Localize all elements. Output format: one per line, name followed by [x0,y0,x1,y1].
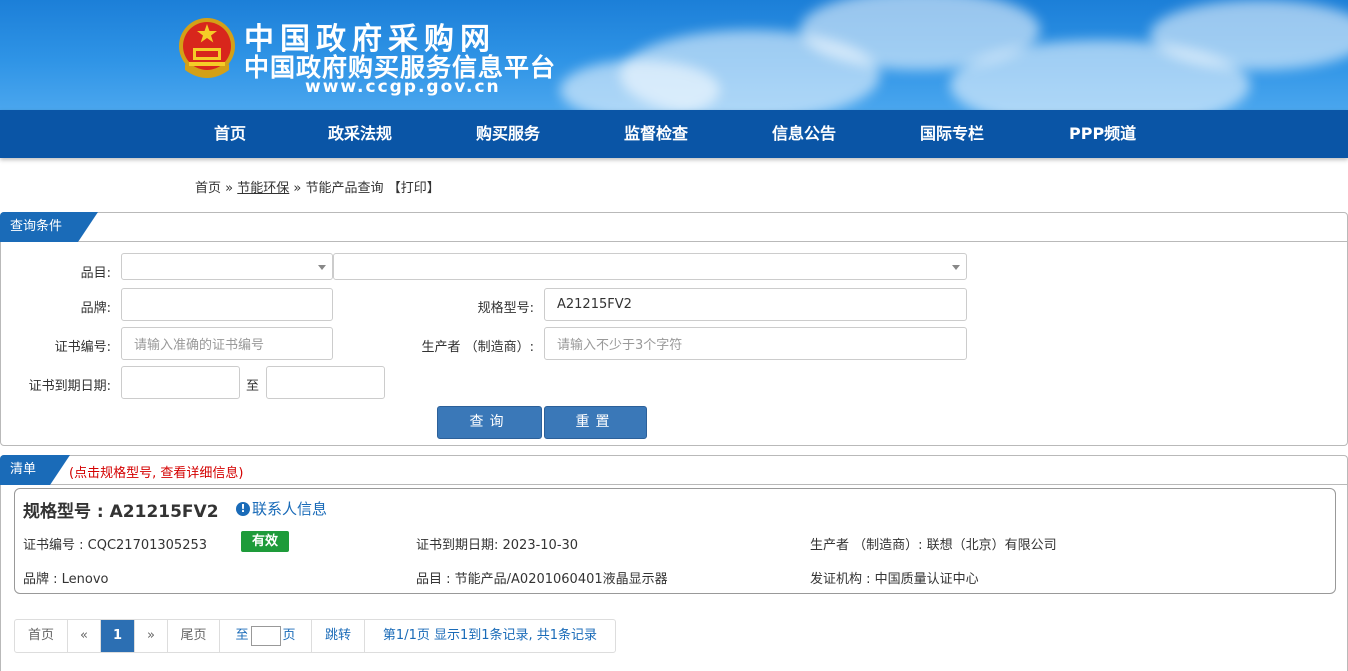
pager-jump-button[interactable]: 跳转 [312,620,365,652]
pager-goto-input[interactable] [250,625,281,646]
nav-item-international[interactable]: 国际专栏 [920,110,984,158]
pager-goto-prefix: 至 [235,628,249,643]
main-nav: 首页 政采法规 购买服务 监督检查 信息公告 国际专栏 PPP频道 [0,110,1348,158]
brand-input[interactable] [121,288,333,321]
brand-label: 品牌: [80,301,111,316]
pager-next[interactable]: » [135,620,168,652]
print-link[interactable]: 【打印】 [388,181,440,196]
result-expire-date: 证书到期日期: 2023-10-30 [416,538,579,553]
model-input[interactable]: A21215FV2 [544,288,967,321]
category-label: 品目: [80,266,111,281]
breadcrumb-separator: » [293,181,302,196]
cert-number-input[interactable]: 请输入准确的证书编号 [121,327,333,360]
breadcrumb-current-page: 节能产品查询 [305,181,384,196]
contact-info-link[interactable]: ! 联系人信息 [236,498,327,519]
site-url: www.ccgp.gov.cn [305,77,501,97]
result-category: 品目 : 节能产品/A0201060401液晶显示器 [416,572,668,587]
pager-current-page[interactable]: 1 [101,620,135,652]
manufacturer-input[interactable]: 请输入不少于3个字符 [544,327,967,360]
info-icon: ! [236,501,250,516]
pager-summary: 第1/1页 显示1到1条记录, 共1条记录 [382,628,598,643]
breadcrumb-home[interactable]: 首页 [195,181,221,196]
nav-item-ppp[interactable]: PPP频道 [1069,110,1136,158]
expire-date-label: 证书到期日期: [28,379,111,394]
contact-info-label: 联系人信息 [252,500,328,518]
pager-goto-suffix: 页 [282,628,296,643]
breadcrumb: 首页 » 节能环保 » 节能产品查询 【打印】 [195,177,440,196]
nav-item-announcements[interactable]: 信息公告 [772,110,836,158]
expire-date-from-input[interactable] [121,366,240,399]
search-button[interactable]: 查询 [437,406,542,439]
expire-date-to-input[interactable] [266,366,385,399]
result-manufacturer: 生产者 （制造商）: 联想（北京）有限公司 [810,538,1057,553]
results-panel-header: 清单 (点击规格型号, 查看详细信息) [1,456,1347,485]
reset-button[interactable]: 重置 [544,406,647,439]
nav-item-purchase-services[interactable]: 购买服务 [476,110,540,158]
chevron-down-icon [318,264,326,270]
result-card: 规格型号 : A21215FV2 ! 联系人信息 证书编号 : CQC21701… [14,488,1336,594]
site-header-banner: 中国政府采购网 中国政府购买服务信息平台 www.ccgp.gov.cn [0,0,1348,110]
manufacturer-label: 生产者 （制造商）: [421,340,534,355]
chevron-down-icon [952,264,960,270]
query-panel: 查询条件 品目: 品牌: 规格型号: A21215FV2 证书编号: 请输入准确… [0,212,1348,446]
pager-last[interactable]: 尾页 [168,620,220,652]
query-tab: 查询条件 [0,212,98,242]
model-label: 规格型号: [477,301,534,316]
breadcrumb-separator: » [225,181,234,196]
nav-item-regulations[interactable]: 政采法规 [328,110,392,158]
breadcrumb-section-link[interactable]: 节能环保 [237,181,289,196]
national-emblem-icon [179,18,235,78]
results-hint: (点击规格型号, 查看详细信息) [69,466,244,481]
category-select-secondary[interactable] [333,253,967,280]
pager-prev[interactable]: « [68,620,101,652]
result-brand: 品牌 : Lenovo [23,572,109,587]
result-cert-number: 证书编号 : CQC21701305253 [23,538,208,553]
query-panel-header: 查询条件 [1,213,1347,242]
expire-date-to-label: 至 [246,379,260,394]
category-select-primary[interactable] [121,253,333,280]
pager-goto: 至页 [220,620,312,652]
cert-number-label: 证书编号: [54,340,111,355]
pagination: 首页 « 1 » 尾页 至页 跳转 第1/1页 显示1到1条记录, 共1条记录 [14,619,616,653]
result-issuer: 发证机构 : 中国质量认证中心 [810,572,979,587]
nav-item-home[interactable]: 首页 [214,110,246,158]
pager-first[interactable]: 首页 [15,620,68,652]
nav-item-supervision[interactable]: 监督检查 [624,110,688,158]
status-badge: 有效 [241,531,289,552]
results-tab: 清单 [0,455,70,485]
result-model-title[interactable]: 规格型号 : A21215FV2 [23,497,219,522]
